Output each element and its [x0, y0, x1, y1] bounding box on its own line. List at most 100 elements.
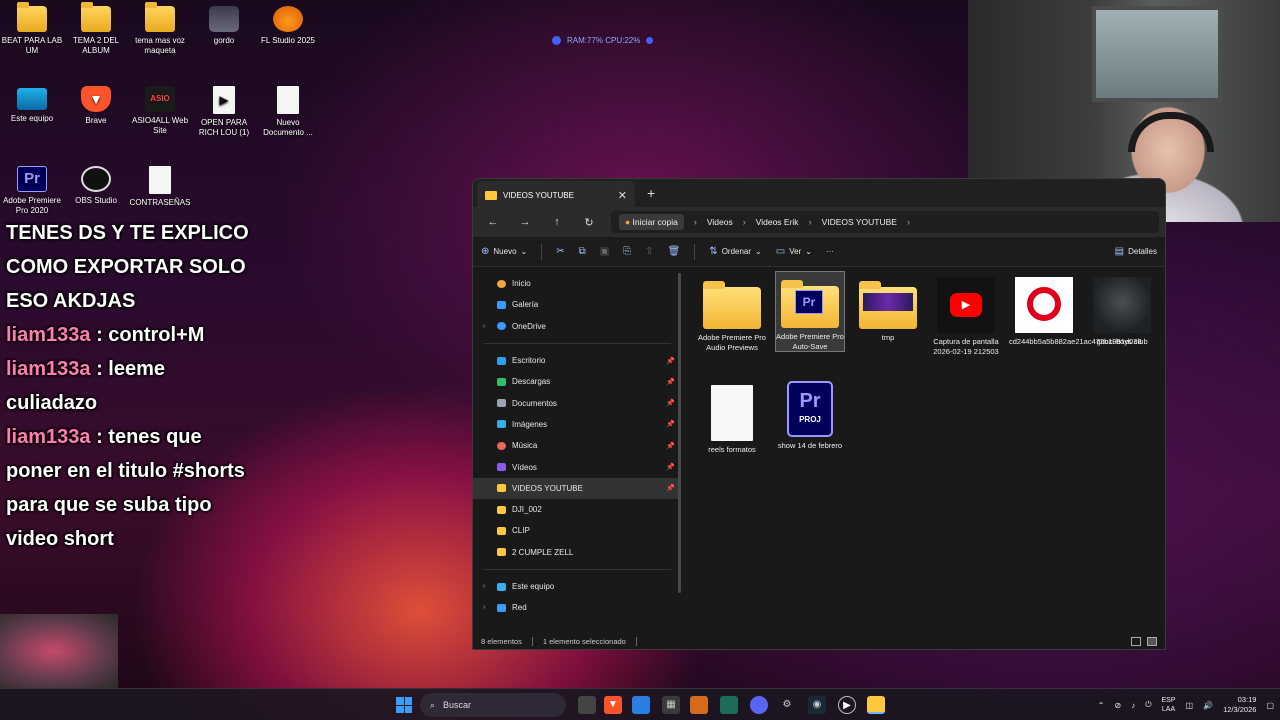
nav-item-descargas[interactable]: Descargas 📌	[473, 371, 681, 392]
desktop-icon-nuevo-documento[interactable]: Nuevo Documento ...	[257, 86, 319, 138]
chevron-right-icon: ›	[693, 217, 697, 227]
breadcrumb[interactable]: ● Iniciar copia › Videos › Videos Erik ›…	[611, 211, 1159, 233]
chevron-right-icon[interactable]: ›	[483, 604, 491, 611]
microphone-icon[interactable]: ♪	[1131, 701, 1135, 710]
network-off-icon[interactable]: ⊘	[1114, 701, 1121, 710]
calculator-taskbar-icon[interactable]: ▦	[662, 696, 680, 714]
share-icon[interactable]: ⇪	[645, 246, 653, 257]
search-icon: ⌕	[430, 699, 436, 710]
nav-item-dji-002[interactable]: DJI_002	[473, 499, 681, 520]
nav-item-este-equipo[interactable]: › Este equipo	[473, 576, 681, 597]
power-icon[interactable]: ⏻	[1145, 700, 1151, 710]
view-toggle	[1131, 636, 1157, 646]
desktop-icon-contrasenas[interactable]: CONTRASEÑAS	[129, 166, 191, 208]
view-button[interactable]: ▭ Ver ⌄	[776, 246, 812, 257]
desktop-icon-obs-studio[interactable]: OBS Studio	[65, 166, 127, 206]
new-button[interactable]: ⊕ Nuevo ⌄	[481, 246, 527, 257]
file-explorer-taskbar-icon[interactable]	[867, 696, 885, 714]
desktop-icon-tema-2-del-album[interactable]: TEMA 2 DEL ALBUM	[65, 2, 127, 56]
task-view-icon[interactable]	[578, 696, 596, 714]
file-item[interactable]: gucci boys club	[1087, 273, 1157, 347]
media-player-taskbar-icon[interactable]: ▶	[838, 696, 856, 714]
nav-item-galeria[interactable]: Galería	[473, 294, 681, 315]
clock[interactable]: 03:19 12/3/2026	[1223, 695, 1256, 715]
wifi-icon[interactable]: ◫	[1186, 701, 1194, 710]
nav-label: Galería	[512, 300, 539, 310]
up-arrow-icon[interactable]: ↑	[543, 216, 571, 228]
desktop-icon-label: ASIO4ALL Web Site	[131, 116, 189, 135]
breadcrumb-item[interactable]: Videos	[707, 217, 733, 227]
paste-icon[interactable]: ▣	[600, 246, 609, 257]
desktop-icon-adobe-premiere[interactable]: Pr Adobe Premiere Pro 2020	[1, 166, 63, 216]
desktop-icon-label: OPEN PARA RICH LOU (1)	[198, 118, 250, 137]
windows-start-icon[interactable]	[396, 697, 412, 713]
breadcrumb-item[interactable]: ● Iniciar copia	[619, 214, 684, 230]
desktop-icon-fl-studio[interactable]: FL Studio 2025	[257, 6, 319, 46]
media-file-icon: ▶	[213, 86, 235, 114]
nav-item-2-cumple-zell[interactable]: 2 CUMPLE ZELL	[473, 542, 681, 563]
brave-taskbar-icon[interactable]: ▼	[604, 696, 622, 714]
pen-tool-taskbar-icon[interactable]	[690, 696, 708, 714]
selection-count: 1 elemento seleccionado	[542, 636, 626, 646]
nav-item-clip[interactable]: CLIP	[473, 520, 681, 541]
desktop-icon-asio4all[interactable]: ASIO ASIO4ALL Web Site	[129, 86, 191, 136]
taskbar-search[interactable]: ⌕ Buscar	[420, 693, 566, 717]
desktop-icon-este-equipo[interactable]: Este equipo	[1, 88, 63, 124]
file-item[interactable]: ▶ Captura de pantalla 2026-02-19 212503	[931, 273, 1001, 356]
desktop-icon-brave[interactable]: ▼ Brave	[65, 86, 127, 126]
music-icon	[497, 441, 506, 450]
file-item[interactable]: tmp	[853, 273, 923, 343]
discord-taskbar-icon[interactable]	[750, 696, 768, 714]
chevron-right-icon[interactable]: ›	[907, 217, 910, 227]
desktop-icon-tema-mas-voz-maqueta[interactable]: tema mas voz maqueta	[129, 2, 191, 56]
nav-item-onedrive[interactable]: › OneDrive	[473, 316, 681, 337]
chevron-right-icon[interactable]: ›	[483, 323, 491, 330]
rename-icon[interactable]: ⎘	[623, 246, 631, 257]
nav-item-imagenes[interactable]: Imágenes 📌	[473, 414, 681, 435]
refresh-icon[interactable]: ↻	[575, 216, 603, 229]
more-options-button[interactable]: ···	[826, 247, 834, 256]
close-tab-icon[interactable]: ✕	[618, 189, 627, 202]
terminal-taskbar-icon[interactable]	[720, 696, 738, 714]
copy-icon[interactable]: ⧉	[579, 246, 586, 257]
taskbar: ⌕ Buscar ▼ ▦ ⚙ ◉ ▶ ⌃ ⊘ ♪ ⏻ ESP LAA ◫ 🔊 0…	[0, 688, 1280, 720]
nav-item-inicio[interactable]: Inicio	[473, 273, 681, 294]
language-indicator[interactable]: ESP LAA	[1162, 696, 1176, 714]
nav-item-videos-youtube[interactable]: VIDEOS YOUTUBE 📌	[473, 477, 681, 499]
desktop-icon-beat-para-lab-um[interactable]: BEAT PARA LAB UM	[1, 2, 63, 56]
cut-icon[interactable]: ✂	[556, 246, 564, 257]
details-button[interactable]: ▤ Detalles	[1115, 246, 1157, 257]
delete-icon[interactable]: 🗑	[668, 246, 681, 257]
brave-icon: ▼	[81, 86, 111, 112]
desktop-icon-open-para-rich-lou[interactable]: ▶ OPEN PARA RICH LOU (1)	[193, 86, 255, 138]
settings-taskbar-icon[interactable]: ⚙	[778, 696, 796, 714]
file-item[interactable]: Adobe Premiere Pro Audio Previews	[697, 273, 767, 352]
notification-icon[interactable]: ▢	[1266, 701, 1274, 710]
divider	[541, 243, 543, 260]
pin-icon: 📌	[666, 378, 675, 386]
sort-button[interactable]: ⇅ Ordenar ⌄	[709, 246, 761, 257]
breadcrumb-item[interactable]: Videos Erik	[756, 217, 799, 227]
chevron-right-icon[interactable]: ›	[483, 583, 491, 590]
steam-taskbar-icon[interactable]: ◉	[808, 696, 826, 714]
file-item[interactable]: Pr PROJ show 14 de febrero	[775, 377, 845, 451]
breadcrumb-item[interactable]: VIDEOS YOUTUBE	[822, 217, 897, 227]
nav-item-videos[interactable]: Vídeos 📌	[473, 456, 681, 477]
explorer-tab[interactable]: VIDEOS YOUTUBE ✕	[477, 181, 635, 209]
large-icons-view-icon[interactable]	[1147, 636, 1157, 646]
notepad-taskbar-icon[interactable]	[632, 696, 650, 714]
nav-item-documentos[interactable]: Documentos 📌	[473, 392, 681, 413]
volume-icon[interactable]: 🔊	[1203, 701, 1213, 710]
back-arrow-icon[interactable]: ←	[479, 216, 507, 228]
new-tab-button[interactable]: +	[647, 185, 655, 201]
nav-item-musica[interactable]: Música 📌	[473, 435, 681, 456]
forward-arrow-icon[interactable]: →	[511, 216, 539, 228]
desktop-icon-gordo[interactable]: gordo	[193, 6, 255, 46]
file-item[interactable]: reels formatos	[697, 379, 767, 455]
file-item[interactable]: cd244bb5a5b882ae21ac472b1981d038	[1009, 273, 1142, 347]
nav-item-escritorio[interactable]: Escritorio 📌	[473, 350, 681, 371]
details-view-icon[interactable]	[1131, 636, 1141, 646]
chevron-up-icon[interactable]: ⌃	[1098, 701, 1105, 710]
file-item[interactable]: Pr Adobe Premiere Pro Auto-Save	[775, 271, 845, 352]
nav-item-red[interactable]: › Red	[473, 597, 681, 618]
